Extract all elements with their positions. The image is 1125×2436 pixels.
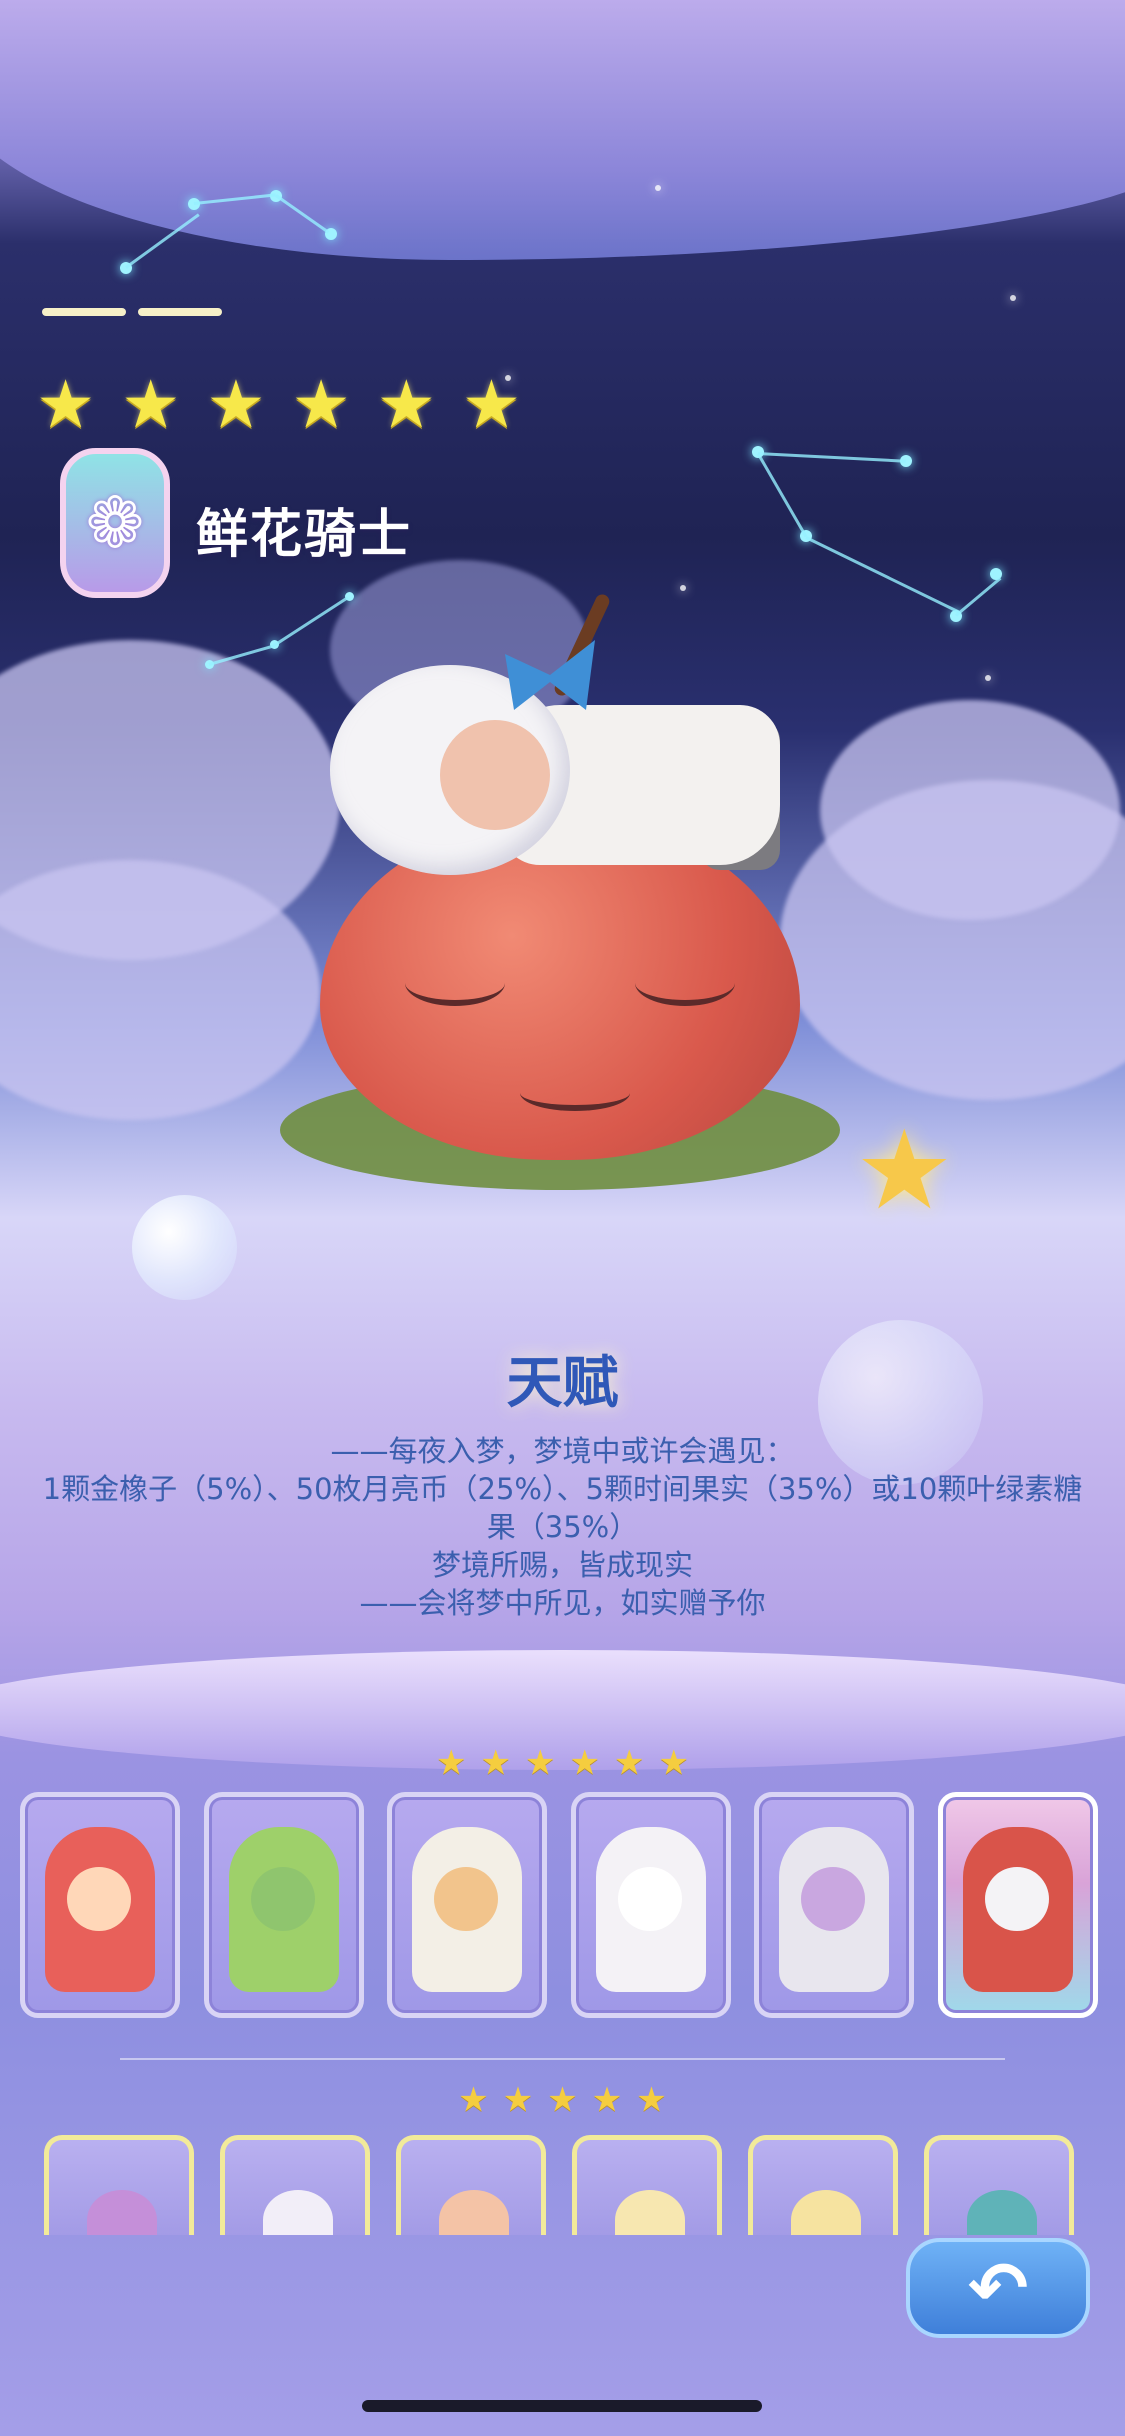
character-card-fox-character[interactable] (396, 2135, 546, 2235)
talent-line: 梦境所赐，皆成现实 (431, 1548, 693, 1582)
character-avatar (87, 2190, 157, 2235)
talent-line: 果（35%） (486, 1510, 639, 1544)
game-screen: ★ ★ ★ ★ ★ ★ ❁ 鲜花骑士 ★ 天赋 ——每夜入梦，梦境中或许会遇见： 1颗金橡… (0, 0, 1125, 2436)
character-avatar (615, 2190, 685, 2235)
apple-mouth (520, 1075, 630, 1111)
character-face (67, 1867, 131, 1931)
character-card-chick-character[interactable] (572, 2135, 722, 2235)
star-icon: ★ (502, 2080, 534, 2120)
row-divider (120, 2058, 1005, 2060)
star-icon: ★ (436, 1743, 467, 1783)
back-button[interactable]: ↶ (906, 2238, 1090, 2338)
talent-line: 1颗金橡子（5%）、50枚月亮币（25%）、5颗时间果实（35%）或10颗叶绿素… (42, 1472, 1083, 1506)
star-icon: ★ (206, 366, 266, 443)
star-icon: ★ (613, 1743, 645, 1783)
star-icon: ★ (591, 2080, 623, 2120)
star-icon: ★ (480, 1743, 512, 1783)
character-avatar (263, 2190, 333, 2235)
star-icon: ★ (636, 2080, 667, 2120)
character-card-white-ghost-character[interactable] (570, 1792, 731, 2018)
character-card-silver-hair-girl-character[interactable] (754, 1792, 914, 2018)
star-icon: ★ (291, 366, 351, 443)
character-face (617, 1867, 682, 1931)
character-avatar (791, 2190, 861, 2235)
undo-arrow-icon: ↶ (967, 2246, 1029, 2330)
star-icon: ★ (36, 366, 96, 443)
star-icon: ★ (461, 366, 522, 443)
six-star-row-label: ★ ★ ★ ★ ★ ★ (0, 1746, 1125, 1780)
talent-heading: 天赋 (506, 1351, 619, 1416)
sparkle (655, 185, 661, 191)
character-face (250, 1867, 315, 1931)
character-avatar (967, 2190, 1037, 2235)
character-card-party-hat-character[interactable] (748, 2135, 898, 2235)
character-face (434, 1867, 498, 1931)
star-icon: ★ (569, 1743, 600, 1783)
character-name: 鲜花骑士 (196, 505, 413, 565)
sparkle (1010, 295, 1016, 301)
five-star-row-label: ★ ★ ★ ★ ★ (0, 2083, 1125, 2117)
constellation-line (756, 452, 808, 538)
constellation-line (757, 452, 906, 463)
character-card-apple-sleeper-character[interactable] (937, 1792, 1098, 2018)
constellation-line (955, 577, 1002, 617)
character-face (801, 1867, 865, 1931)
apple-eye (405, 960, 505, 1006)
talent-line: ——会将梦中所见，如实赠予你 (359, 1586, 766, 1620)
clan-badge: ❁ (60, 448, 170, 598)
sparkle (680, 585, 686, 591)
star-icon: ★ (547, 2080, 578, 2120)
character-card-green-hood-scarf-character[interactable] (203, 1792, 364, 2018)
character-card-unicorn-character[interactable] (220, 2135, 370, 2235)
cloud-decoration (820, 700, 1120, 920)
character-card-moon-pajama-boy-character[interactable] (387, 1792, 547, 2018)
star-icon: ★ (376, 366, 436, 443)
star-icon: ★ (121, 366, 181, 443)
top-wave-decoration (0, 0, 1125, 260)
character-avatar (439, 2190, 509, 2235)
apple-eye (635, 960, 735, 1006)
character-card-purple-dragon-character[interactable] (44, 2135, 194, 2235)
sparkle (985, 675, 991, 681)
talent-description: ——每夜入梦，梦境中或许会遇见： 1颗金橡子（5%）、50枚月亮币（25%）、5… (10, 1432, 1115, 1622)
character-card-red-bunny-hood-character[interactable] (20, 1792, 180, 2018)
sleeper-face (440, 720, 550, 830)
star-icon: ★ (458, 2080, 489, 2120)
character-card-teal-hair-character[interactable] (924, 2135, 1074, 2235)
home-indicator[interactable] (362, 2400, 762, 2412)
flower-crest-icon: ❁ (85, 482, 145, 564)
golden-star-icon: ★ (855, 1106, 954, 1234)
name-underline (42, 308, 222, 318)
star-icon: ★ (658, 1743, 689, 1783)
rarity-stars: ★ ★ ★ ★ ★ ★ (36, 372, 521, 438)
talent-line: ——每夜入梦，梦境中或许会遇见： (330, 1434, 795, 1468)
character-face (984, 1867, 1049, 1931)
star-icon: ★ (525, 1743, 556, 1783)
constellation-line (805, 536, 960, 614)
bubble-decoration (132, 1195, 237, 1300)
